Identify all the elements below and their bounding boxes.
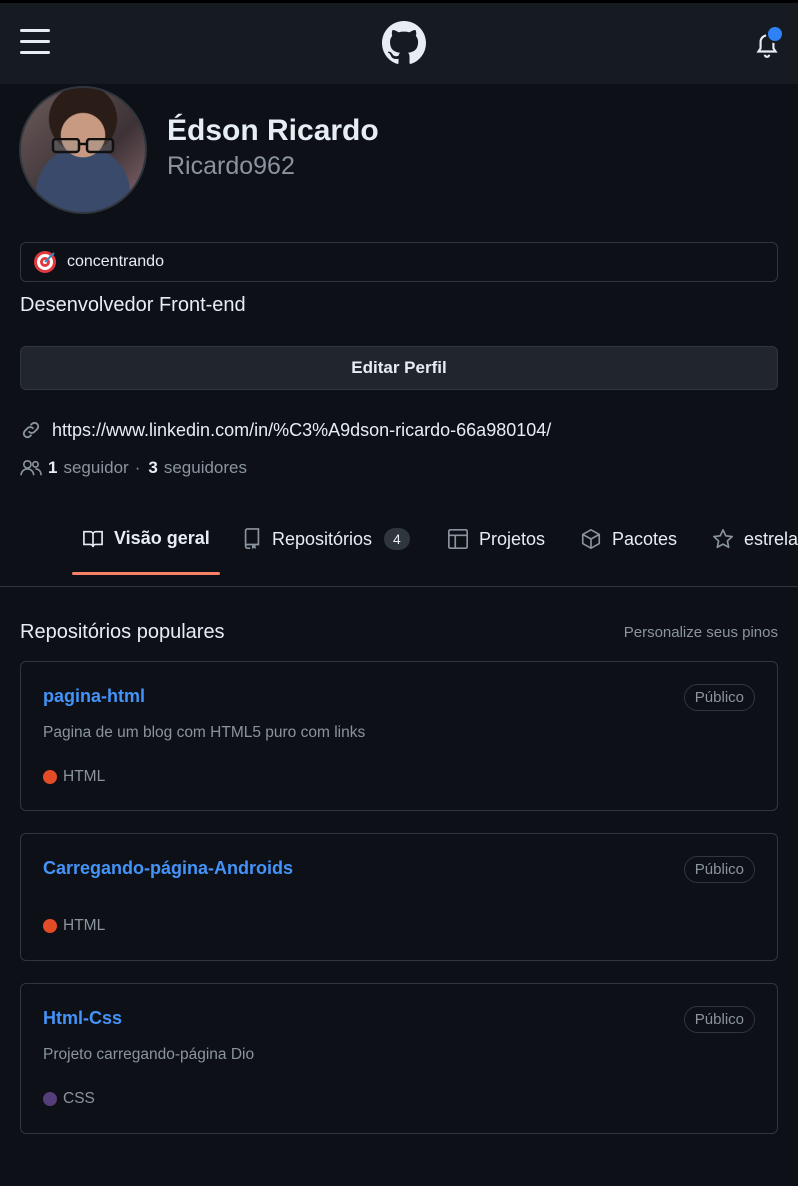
customize-pins-link[interactable]: Personalize seus pinos	[624, 624, 778, 641]
followers-count[interactable]: 1	[48, 458, 57, 478]
pinned-section-header: Repositórios populares Personalize seus …	[20, 619, 778, 645]
language-label: HTML	[63, 768, 106, 785]
following-label[interactable]: seguidores	[164, 458, 247, 478]
repo-icon	[244, 528, 260, 550]
tab-repositories-label: Repositórios	[272, 528, 373, 549]
language-label: CSS	[63, 1090, 95, 1107]
tab-packages-label: Pacotes	[612, 528, 678, 549]
follow-separator: ·	[134, 458, 141, 477]
repo-name-link[interactable]: pagina-html	[43, 686, 145, 707]
website-row: https://www.linkedin.com/in/%C3%A9dson-r…	[20, 418, 778, 442]
pinned-repo-card: pagina-html Público Pagina de um blog co…	[20, 661, 778, 811]
repo-language: CSS	[43, 1090, 95, 1108]
visibility-badge: Público	[683, 684, 755, 711]
profile-bio: Desenvolvedor Front-end	[20, 294, 246, 316]
repo-name-link[interactable]: Carregando-página-Androids	[43, 858, 293, 879]
active-tab-indicator	[72, 572, 220, 575]
tab-repositories[interactable]: Repositórios 4	[242, 528, 410, 550]
pinned-repo-card: Carregando-página-Androids Público HTML	[20, 833, 778, 961]
tab-projects-label: Projetos	[479, 528, 546, 549]
repo-description: Pagina de um blog com HTML5 puro com lin…	[43, 724, 366, 741]
top-navigation-bar	[0, 0, 798, 84]
tab-overview-label: Visão geral	[114, 528, 210, 548]
direct-hit-target-icon	[34, 251, 56, 273]
repo-language: HTML	[43, 768, 105, 786]
github-logo-icon[interactable]	[382, 21, 426, 65]
website-link[interactable]: https://www.linkedin.com/in/%C3%A9dson-r…	[52, 420, 551, 441]
status-text: concentrando	[67, 253, 164, 270]
language-color-dot	[43, 770, 57, 784]
repo-language: HTML	[43, 917, 105, 935]
edit-profile-button[interactable]: Editar Perfil	[20, 346, 778, 390]
profile-name: Édson Ricardo	[167, 114, 379, 147]
profile-tabs: Visão geral Repositórios 4 Projetos Paco…	[0, 518, 798, 587]
repositories-count-badge: 4	[384, 528, 410, 550]
repo-description: Projeto carregando-página Dio	[43, 1046, 255, 1063]
language-color-dot	[43, 919, 57, 933]
link-icon	[22, 421, 40, 439]
following-count[interactable]: 3	[148, 458, 157, 478]
repo-name-link[interactable]: Html-Css	[43, 1008, 122, 1029]
tab-stars-label: estrelas	[744, 528, 798, 549]
tab-overview[interactable]: Visão geral	[82, 528, 210, 549]
language-label: HTML	[63, 917, 106, 934]
table-icon	[448, 529, 468, 549]
people-icon	[20, 459, 42, 476]
profile-login: Ricardo962	[167, 152, 295, 180]
profile-header: Édson Ricardo Ricardo962	[0, 84, 798, 234]
language-color-dot	[43, 1092, 57, 1106]
visibility-badge: Público	[683, 1006, 755, 1033]
tab-stars[interactable]: estrelas	[712, 528, 798, 550]
avatar-photo	[51, 138, 115, 154]
book-icon	[83, 530, 103, 547]
section-title: Repositórios populares	[20, 620, 225, 643]
tab-projects[interactable]: Projetos	[447, 528, 545, 550]
tab-packages[interactable]: Pacotes	[580, 528, 677, 550]
notification-indicator	[766, 25, 784, 43]
followers-row: 1 seguidor · 3 seguidores	[20, 456, 778, 480]
pinned-repo-card: Html-Css Público Projeto carregando-pági…	[20, 983, 778, 1134]
avatar[interactable]	[19, 86, 147, 214]
star-icon	[713, 529, 733, 549]
visibility-badge: Público	[683, 856, 755, 883]
package-icon	[581, 529, 601, 549]
hamburger-menu-icon[interactable]	[20, 29, 50, 55]
followers-label[interactable]: seguidor	[63, 458, 128, 478]
user-status[interactable]: concentrando	[20, 242, 778, 282]
